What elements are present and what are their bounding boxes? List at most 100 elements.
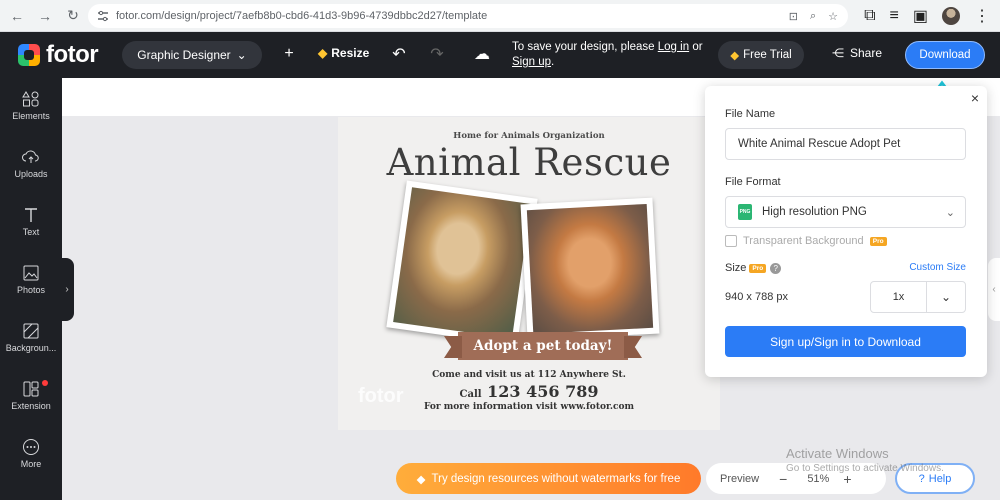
- design-canvas[interactable]: Home for Animals Organization Animal Res…: [338, 117, 720, 430]
- file-format-select[interactable]: PNG High resolution PNG ⌄: [725, 196, 966, 228]
- diamond-icon: ◆: [416, 473, 426, 486]
- cat-photo[interactable]: [520, 197, 660, 341]
- menu-icon[interactable]: ⋮: [974, 6, 990, 26]
- cloud-upload-icon[interactable]: ☁: [472, 44, 492, 64]
- sidebar-item-background[interactable]: Backgroun...: [0, 322, 62, 368]
- sidebar-item-text[interactable]: Text: [0, 206, 62, 252]
- sidebar-item-label: Text: [22, 227, 40, 237]
- add-icon[interactable]: +: [279, 44, 299, 64]
- download-button[interactable]: Download: [905, 41, 985, 69]
- zoom-level[interactable]: 51%: [807, 473, 829, 485]
- sidebar-item-photos[interactable]: Photos: [0, 264, 62, 310]
- preview-button[interactable]: Preview: [720, 473, 759, 485]
- png-file-icon: PNG: [738, 204, 752, 220]
- share-icon: ⋲: [832, 46, 844, 60]
- diamond-icon: ◆: [318, 46, 328, 60]
- chevron-down-icon: ⌄: [236, 48, 247, 62]
- media-icon[interactable]: ≡: [890, 7, 899, 25]
- phone-number: 123 456 789: [487, 382, 599, 401]
- custom-size-link[interactable]: Custom Size: [909, 262, 966, 273]
- extension-icon: [23, 381, 39, 397]
- sidebar-item-more[interactable]: More: [0, 438, 62, 484]
- forward-icon[interactable]: →: [34, 5, 56, 27]
- scale-select[interactable]: 1x ⌄: [870, 281, 966, 313]
- save-message: To save your design, please Log in or Si…: [512, 40, 703, 70]
- browser-toolbar: ← → ↻ fotor.com/design/project/7aefb8b0-…: [0, 0, 1000, 32]
- url-text: fotor.com/design/project/7aefb8b0-cbd6-4…: [116, 10, 488, 22]
- file-name-value: White Animal Rescue Adopt Pet: [738, 138, 901, 150]
- design-title[interactable]: Animal Rescue: [338, 141, 720, 184]
- sidebar-item-label: More: [20, 459, 42, 469]
- sidepanel-icon[interactable]: ▣: [913, 6, 928, 26]
- adopt-ribbon[interactable]: Adopt a pet today!: [458, 332, 628, 360]
- share-button[interactable]: ⋲ Share: [832, 46, 882, 60]
- or-text: or: [692, 41, 703, 53]
- undo-icon[interactable]: ↶: [389, 44, 409, 64]
- free-trial-label: Free Trial: [743, 49, 792, 61]
- logo-text: fotor: [46, 41, 99, 68]
- sidebar-item-label: Uploads: [14, 169, 48, 179]
- help-label: Help: [928, 472, 952, 485]
- share-label: Share: [850, 46, 883, 60]
- extensions-icon[interactable]: ⧉: [864, 7, 875, 25]
- transparent-checkbox[interactable]: [725, 235, 737, 247]
- file-name-label: File Name: [725, 108, 776, 120]
- login-link[interactable]: Log in: [658, 41, 689, 53]
- sidebar-item-label: Photos: [16, 285, 46, 295]
- reload-icon[interactable]: ↻: [62, 5, 84, 27]
- transparent-label: Transparent Background Pro: [743, 235, 887, 247]
- design-org-text[interactable]: Home for Animals Organization: [338, 131, 720, 141]
- background-icon: [23, 323, 39, 339]
- diamond-icon: ◆: [730, 50, 740, 62]
- dog-photo[interactable]: [386, 180, 538, 346]
- dog-image: [393, 187, 531, 339]
- left-sidebar: Elements Uploads Text Photos Backgroun..…: [0, 78, 62, 500]
- fotor-logo-icon: [18, 44, 40, 66]
- chevron-left-icon: ‹: [992, 284, 996, 295]
- watermark-logo: fotor: [358, 385, 404, 407]
- more-icon: [23, 439, 39, 455]
- design-visit-text[interactable]: Come and visit us at 112 Anywhere St.: [338, 370, 720, 380]
- download-panel: × File Name White Animal Rescue Adopt Pe…: [705, 86, 987, 377]
- profile-avatar[interactable]: [942, 7, 960, 25]
- back-icon[interactable]: ←: [6, 5, 28, 27]
- address-bar[interactable]: fotor.com/design/project/7aefb8b0-cbd6-4…: [88, 4, 848, 28]
- help-question-icon[interactable]: ?: [770, 262, 782, 274]
- chevron-down-icon: ⌄: [945, 207, 955, 219]
- signin-download-button[interactable]: Sign up/Sign in to Download: [725, 326, 966, 357]
- chevron-down-icon: ⌄: [940, 290, 952, 304]
- sidebar-item-uploads[interactable]: Uploads: [0, 148, 62, 194]
- cast-icon[interactable]: ⊡: [789, 10, 798, 23]
- sidebar-item-label: Backgroun...: [5, 343, 57, 353]
- signup-link[interactable]: Sign up: [512, 56, 551, 68]
- size-dimensions: 940 x 788 px: [725, 291, 788, 303]
- pro-badge: Pro: [869, 236, 887, 246]
- resize-button[interactable]: ◆ Resize: [318, 46, 369, 60]
- save-msg-prefix: To save your design, please: [512, 41, 655, 53]
- sidebar-item-label: Elements: [12, 111, 50, 121]
- designer-label: Graphic Designer: [137, 48, 231, 62]
- site-settings-icon[interactable]: [96, 9, 110, 23]
- file-format-value: High resolution PNG: [762, 206, 867, 218]
- promo-button[interactable]: ◆ Try design resources without watermark…: [396, 463, 701, 494]
- size-row: Size Pro ?: [725, 262, 782, 274]
- bookmark-star-icon[interactable]: ☆: [828, 10, 838, 23]
- file-name-input[interactable]: White Animal Rescue Adopt Pet: [725, 128, 966, 160]
- close-icon[interactable]: ×: [971, 90, 979, 106]
- redo-icon[interactable]: ↷: [427, 44, 447, 64]
- free-trial-button[interactable]: ◆ Free Trial: [718, 41, 804, 69]
- graphic-designer-dropdown[interactable]: Graphic Designer ⌄: [122, 41, 262, 69]
- file-format-label: File Format: [725, 176, 781, 188]
- chevron-right-icon: ›: [65, 284, 69, 295]
- zoom-icon[interactable]: ⌕: [810, 10, 816, 23]
- help-icon: ?: [918, 472, 925, 485]
- save-msg-period: .: [551, 56, 555, 68]
- sidebar-collapse-toggle[interactable]: ›: [60, 258, 74, 321]
- resize-label: Resize: [331, 46, 370, 60]
- app-topbar: fotor Graphic Designer ⌄ + ◆ Resize ↶ ↷ …: [0, 32, 1000, 78]
- upload-cloud-icon: [22, 150, 39, 163]
- sidebar-item-extension[interactable]: Extension: [0, 380, 62, 426]
- right-panel-toggle[interactable]: ‹: [988, 258, 1000, 321]
- fotor-logo[interactable]: fotor: [18, 41, 99, 69]
- sidebar-item-elements[interactable]: Elements: [0, 90, 62, 136]
